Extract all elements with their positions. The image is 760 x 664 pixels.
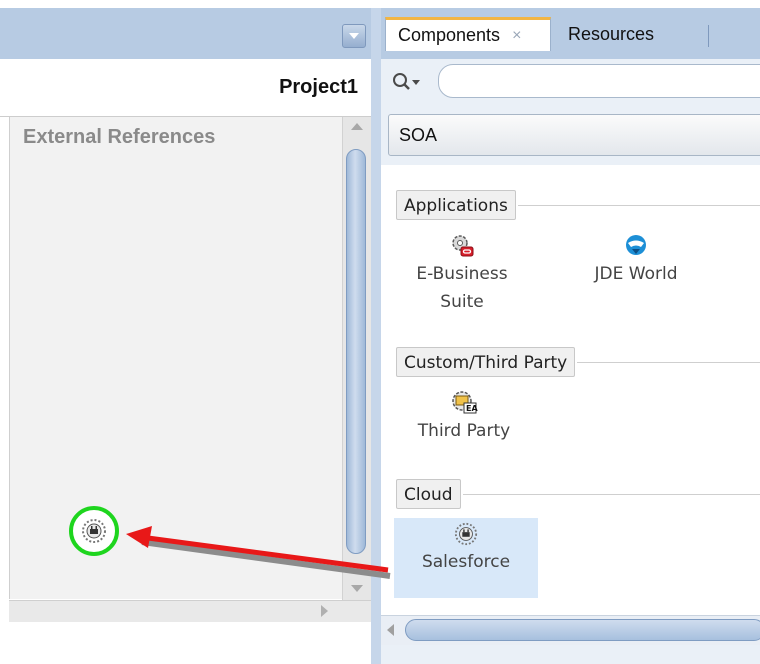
palette-item-ebusiness-suite[interactable]: E-Business Suite xyxy=(402,232,522,316)
ebusiness-suite-label-line1: E-Business xyxy=(416,264,508,284)
section-divider xyxy=(517,204,760,206)
panel-menu-dropdown[interactable] xyxy=(342,24,366,48)
palette-item-jde-world[interactable]: JDE World xyxy=(580,232,692,288)
section-applications[interactable]: Applications xyxy=(396,190,760,220)
project-title: Project1 xyxy=(279,76,358,98)
ebusiness-suite-icon xyxy=(452,235,474,257)
composite-canvas[interactable]: External References xyxy=(9,117,342,599)
salesforce-label: Salesforce xyxy=(421,552,511,572)
left-panel-header xyxy=(0,8,372,59)
tab-resources-label: Resources xyxy=(568,23,655,44)
search-options-button[interactable] xyxy=(391,68,435,96)
palette-horizontal-scrollbar[interactable] xyxy=(381,615,760,645)
salesforce-icon xyxy=(82,519,106,543)
salesforce-icon xyxy=(454,522,478,546)
section-custom-third-party[interactable]: Custom/Third Party xyxy=(396,347,760,377)
tab-separator xyxy=(708,25,709,47)
scroll-down-arrow[interactable] xyxy=(351,585,363,592)
palette-item-salesforce[interactable]: Salesforce xyxy=(394,522,538,576)
ebusiness-suite-label-line2: Suite xyxy=(440,292,484,312)
dropped-salesforce-reference[interactable] xyxy=(69,506,119,556)
canvas-horizontal-scrollbar[interactable] xyxy=(9,600,371,622)
scroll-thumb[interactable] xyxy=(346,149,366,554)
close-icon[interactable]: × xyxy=(512,27,521,45)
panel-divider[interactable] xyxy=(371,8,381,664)
section-cloud[interactable]: Cloud xyxy=(396,479,760,509)
third-party-icon: EA xyxy=(452,391,478,414)
tab-components[interactable]: Components × xyxy=(385,17,551,51)
scroll-left-arrow[interactable] xyxy=(387,624,394,636)
scroll-right-arrow[interactable] xyxy=(321,605,328,617)
chevron-down-icon xyxy=(349,33,359,39)
third-party-label: Third Party xyxy=(417,421,511,441)
section-divider xyxy=(462,493,760,495)
scroll-thumb[interactable] xyxy=(405,619,760,641)
section-applications-label: Applications xyxy=(396,190,516,220)
section-custom-label: Custom/Third Party xyxy=(396,347,576,377)
tab-components-label: Components xyxy=(398,25,501,45)
palette-item-third-party[interactable]: EA Third Party xyxy=(404,389,524,445)
section-cloud-label: Cloud xyxy=(396,479,461,509)
search-input[interactable] xyxy=(438,64,760,98)
scroll-up-arrow[interactable] xyxy=(351,123,363,130)
jde-world-label: JDE World xyxy=(594,264,678,284)
project-bar: Project1 xyxy=(0,59,372,117)
section-divider xyxy=(577,361,760,363)
external-references-label: External References xyxy=(23,126,216,148)
canvas-vertical-scrollbar[interactable] xyxy=(342,117,371,600)
jde-world-icon xyxy=(626,235,646,255)
category-select[interactable]: SOA xyxy=(388,114,760,156)
search-icon xyxy=(393,73,420,90)
tab-resources[interactable]: Resources xyxy=(556,17,706,51)
svg-text:EA: EA xyxy=(466,404,478,413)
category-selected-value: SOA xyxy=(399,124,438,145)
